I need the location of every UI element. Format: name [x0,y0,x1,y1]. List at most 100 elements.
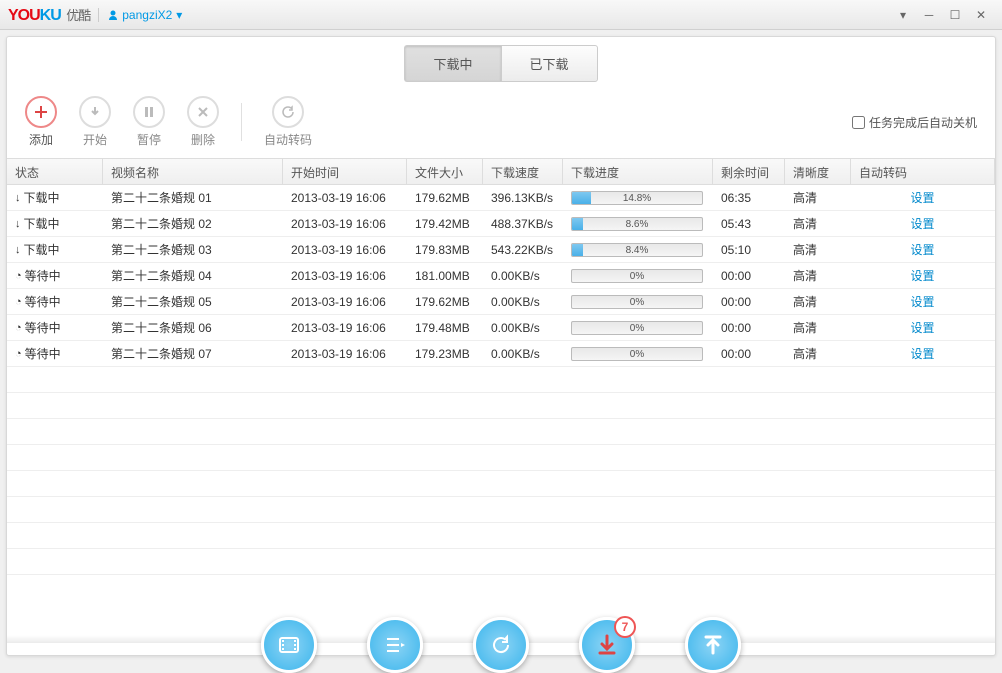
auto-shutdown-checkbox[interactable]: 任务完成后自动关机 [852,114,977,131]
toolbar-separator [241,103,242,141]
add-button[interactable]: 添加 [25,96,57,148]
maximize-button[interactable]: ☐ [942,5,968,25]
cell-quality: 高清 [785,241,851,258]
table-row[interactable]: ◔等待中 第二十二条婚规 05 2013-03-19 16:06 179.62M… [7,289,995,315]
downloads-table: 状态 视频名称 开始时间 文件大小 下载速度 下载进度 剩余时间 清晰度 自动转… [7,158,995,575]
cell-status: ↓下载中 [7,215,103,232]
cell-time: 2013-03-19 16:06 [283,295,407,309]
col-speed[interactable]: 下载速度 [483,159,563,184]
cell-name: 第二十二条婚规 04 [103,267,283,284]
cell-speed: 0.00KB/s [483,347,563,361]
settings-link[interactable]: 设置 [910,293,934,310]
delete-icon [187,96,219,128]
col-name[interactable]: 视频名称 [103,159,283,184]
minimize-button[interactable]: ─ [916,5,942,25]
cell-size: 179.23MB [407,347,483,361]
cell-size: 179.48MB [407,321,483,335]
user-menu[interactable]: pangziX2 ▾ [107,8,182,22]
cell-time: 2013-03-19 16:06 [283,269,407,283]
logo-you: YOU [8,7,40,24]
col-auto[interactable]: 自动转码 [851,159,995,184]
col-remain[interactable]: 剩余时间 [713,159,785,184]
dropdown-arrow-icon: ▾ [176,8,182,22]
cell-time: 2013-03-19 16:06 [283,217,407,231]
pause-button[interactable]: 暂停 [133,96,165,148]
col-status[interactable]: 状态 [7,159,103,184]
dock-library-button[interactable] [261,617,317,673]
cell-status: ◔等待中 [7,293,103,310]
status-icon: ↓ [15,192,21,204]
film-icon [276,632,302,658]
delete-button[interactable]: 删除 [187,96,219,148]
table-row-empty [7,445,995,471]
table-row[interactable]: ↓下载中 第二十二条婚规 02 2013-03-19 16:06 179.42M… [7,211,995,237]
col-progress[interactable]: 下载进度 [563,159,713,184]
bottom-dock: 7 [7,617,995,673]
cell-progress: 8.6% [563,217,713,231]
cell-time: 2013-03-19 16:06 [283,347,407,361]
add-label: 添加 [29,131,53,148]
cell-name: 第二十二条婚规 06 [103,319,283,336]
status-icon: ↓ [15,244,21,256]
cell-speed: 0.00KB/s [483,269,563,283]
table-row[interactable]: ↓下载中 第二十二条婚规 03 2013-03-19 16:06 179.83M… [7,237,995,263]
download-icon [595,633,619,657]
cell-speed: 0.00KB/s [483,321,563,335]
dock-upload-button[interactable] [685,617,741,673]
start-label: 开始 [83,131,107,148]
tab-downloaded[interactable]: 已下载 [501,45,598,82]
dock-playlist-button[interactable] [367,617,423,673]
cell-progress: 14.8% [563,191,713,205]
cell-quality: 高清 [785,215,851,232]
settings-link[interactable]: 设置 [910,319,934,336]
table-row-empty [7,419,995,445]
table-row[interactable]: ◔等待中 第二十二条婚规 06 2013-03-19 16:06 179.48M… [7,315,995,341]
progress-bar: 14.8% [571,191,703,205]
menu-button[interactable]: ▾ [890,5,916,25]
cell-quality: 高清 [785,267,851,284]
cell-name: 第二十二条婚规 07 [103,345,283,362]
auto-transcode-button[interactable]: 自动转码 [264,96,312,148]
progress-bar: 0% [571,347,703,361]
cell-speed: 396.13KB/s [483,191,563,205]
tabs: 下载中 已下载 [7,37,995,82]
cell-status: ◔等待中 [7,345,103,362]
upload-icon [701,633,725,657]
cell-size: 179.83MB [407,243,483,257]
start-button[interactable]: 开始 [79,96,111,148]
dock-sync-button[interactable] [473,617,529,673]
progress-bar: 8.6% [571,217,703,231]
table-row[interactable]: ↓下载中 第二十二条婚规 01 2013-03-19 16:06 179.62M… [7,185,995,211]
auto-transcode-label: 自动转码 [264,131,312,148]
table-row[interactable]: ◔等待中 第二十二条婚规 04 2013-03-19 16:06 181.00M… [7,263,995,289]
settings-link[interactable]: 设置 [910,215,934,232]
toolbar: 添加 开始 暂停 删除 自动转码 任务完成后自动关机 [7,82,995,158]
table-body: ↓下载中 第二十二条婚规 01 2013-03-19 16:06 179.62M… [7,185,995,575]
table-row-empty [7,393,995,419]
tab-downloading[interactable]: 下载中 [404,45,500,82]
cell-progress: 0% [563,347,713,361]
col-time[interactable]: 开始时间 [283,159,407,184]
close-button[interactable]: ✕ [968,5,994,25]
auto-shutdown-input[interactable] [852,116,865,129]
pause-label: 暂停 [137,131,161,148]
playlist-icon [382,632,408,658]
username: pangziX2 [122,8,172,22]
settings-link[interactable]: 设置 [910,267,934,284]
cell-name: 第二十二条婚规 05 [103,293,283,310]
settings-link[interactable]: 设置 [910,241,934,258]
col-quality[interactable]: 清晰度 [785,159,851,184]
settings-link[interactable]: 设置 [910,345,934,362]
col-size[interactable]: 文件大小 [407,159,483,184]
dock-download-button[interactable]: 7 [579,617,635,673]
cell-remain: 00:00 [713,269,785,283]
cell-auto: 设置 [851,215,995,232]
settings-link[interactable]: 设置 [910,189,934,206]
progress-bar: 0% [571,321,703,335]
cell-speed: 543.22KB/s [483,243,563,257]
table-row[interactable]: ◔等待中 第二十二条婚规 07 2013-03-19 16:06 179.23M… [7,341,995,367]
cell-auto: 设置 [851,267,995,284]
cell-remain: 05:43 [713,217,785,231]
cell-remain: 06:35 [713,191,785,205]
table-row-empty [7,367,995,393]
